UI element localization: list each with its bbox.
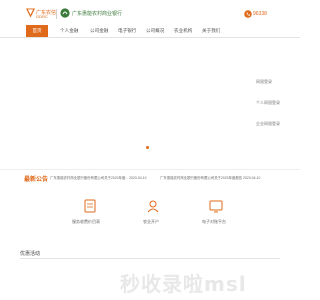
promo-section-title: 优惠活动 bbox=[20, 251, 41, 257]
nav-corporate-finance[interactable]: 公司金融 bbox=[90, 25, 108, 37]
notice-item[interactable]: 广东惠能农村商业银行股份有限公司关于2023年度报告 2023-04-10 bbox=[160, 175, 260, 180]
main-nav: 首页 个人金融 公司金融 电子银行 公司概况 农业机构 关于我们 bbox=[0, 25, 300, 38]
logo-brand-en: GDRC bbox=[36, 14, 48, 19]
header: 广东农信 GDRC 广东惠能农村商业银行 96338 bbox=[0, 0, 300, 25]
side-link-personal-banking[interactable]: 个人网银登录 bbox=[256, 100, 280, 106]
nav-home[interactable]: 首页 bbox=[26, 25, 48, 37]
notice-text: 广东惠能农村商业银行股份有限公司关于2023年度... bbox=[50, 176, 129, 180]
notice-date: 2023-04-10 bbox=[129, 176, 147, 180]
promo-divider bbox=[20, 258, 280, 259]
hotline: 96338 bbox=[244, 10, 274, 18]
nav-about-us[interactable]: 关于我们 bbox=[202, 25, 220, 37]
nav-personal-finance[interactable]: 个人金融 bbox=[60, 25, 78, 37]
banner bbox=[0, 38, 300, 158]
notice-item[interactable]: 广东惠能农村商业银行股份有限公司关于2023年度... 2023-04-10 bbox=[50, 175, 147, 180]
service-price-list[interactable]: 服务收费价目表 bbox=[72, 219, 100, 225]
service-e-reconciliation[interactable]: 电子对账平台 bbox=[202, 219, 226, 225]
notice-text: 广东惠能农村商业银行股份有限公司关于2023年度报告 bbox=[160, 176, 243, 180]
gdrc-logo[interactable]: 广东农信 GDRC bbox=[26, 8, 56, 20]
price-list-icon[interactable] bbox=[82, 198, 98, 214]
side-link-corporate-banking[interactable]: 企业网银登录 bbox=[256, 121, 280, 127]
service-open-account[interactable]: 农业开户 bbox=[143, 219, 159, 225]
services-row: 服务收费价目表 农业开户 电子对账平台 bbox=[0, 186, 300, 236]
bank-logo[interactable]: 广东惠能农村商业银行 bbox=[60, 8, 123, 20]
account-icon[interactable] bbox=[145, 198, 161, 214]
hotline-number: 96338 bbox=[253, 11, 267, 17]
nav-e-banking[interactable]: 电子银行 bbox=[118, 25, 136, 37]
phone-icon bbox=[244, 10, 252, 18]
carousel-indicator[interactable] bbox=[146, 146, 149, 149]
reconciliation-icon[interactable] bbox=[208, 198, 224, 214]
site-watermark: 秒收录啦msl bbox=[120, 272, 247, 296]
notice-bar: 最新公告 广东惠能农村商业银行股份有限公司关于2023年度... 2023-04… bbox=[0, 169, 300, 183]
logo-divider bbox=[56, 9, 57, 19]
nav-agri-institutions[interactable]: 农业机构 bbox=[174, 25, 192, 37]
notice-date: 2023-04-10 bbox=[243, 176, 261, 180]
nav-company-overview[interactable]: 公司概况 bbox=[146, 25, 164, 37]
gdrc-logo-icon bbox=[26, 8, 35, 18]
bank-name: 广东惠能农村商业银行 bbox=[72, 11, 123, 17]
side-link-online-banking[interactable]: 网银登录 bbox=[256, 79, 272, 85]
notice-title: 最新公告 bbox=[24, 177, 49, 183]
bank-emblem-icon bbox=[60, 8, 70, 18]
